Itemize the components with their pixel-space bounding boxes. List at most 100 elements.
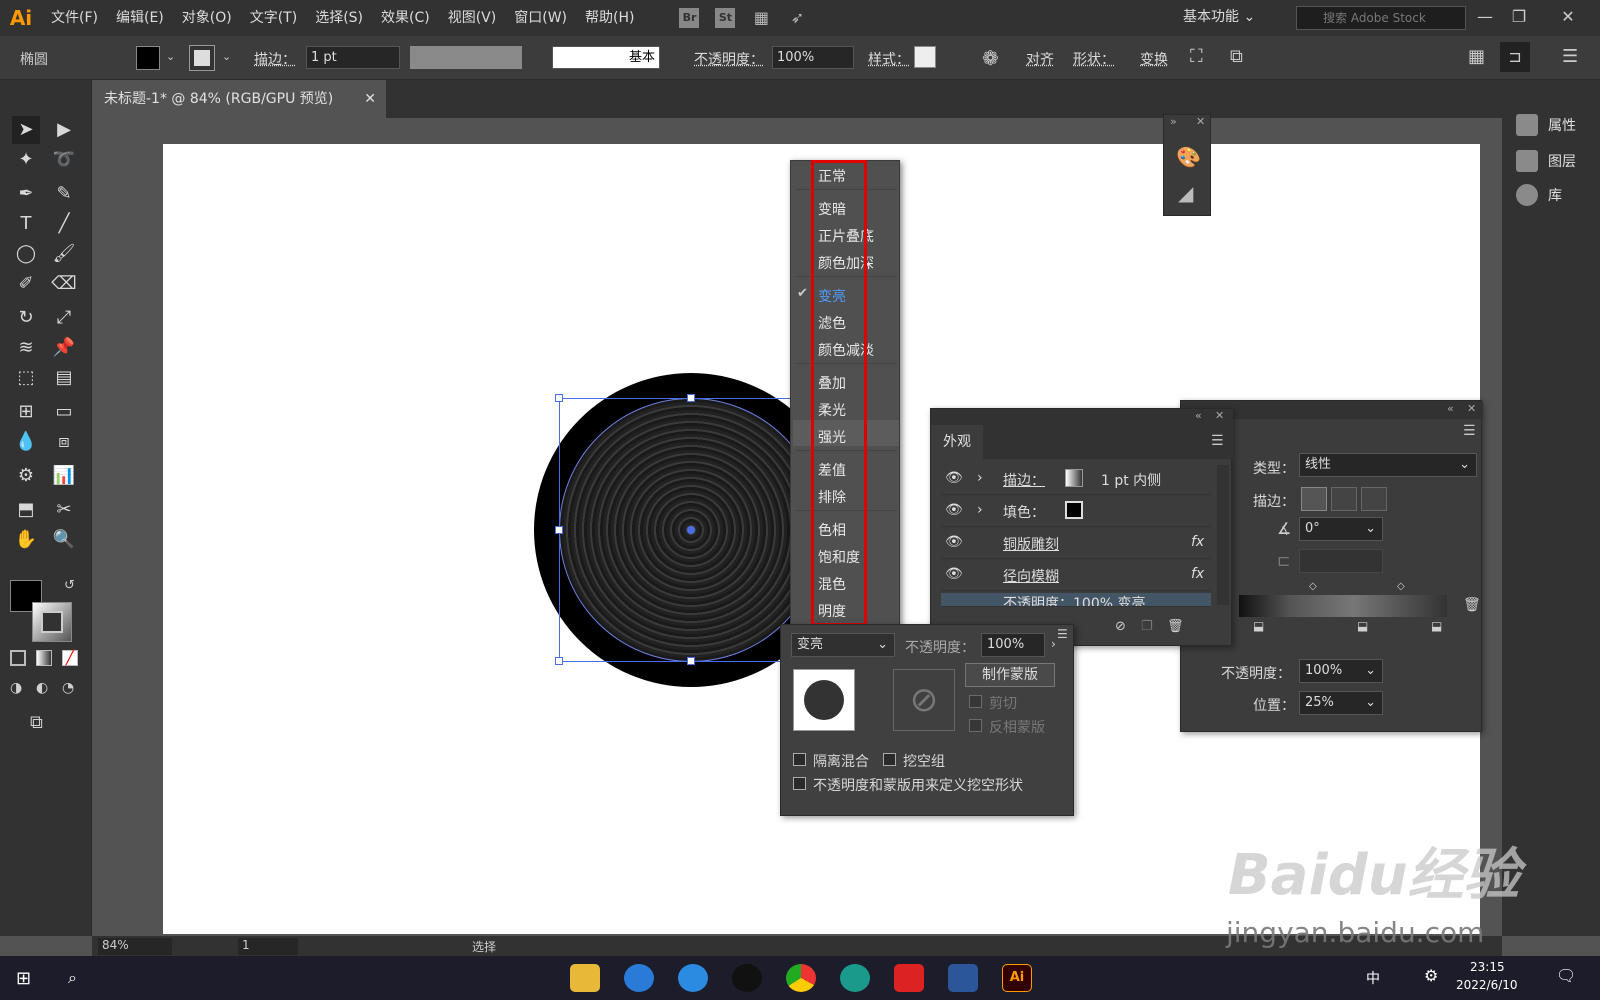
restore-button[interactable]: ❐	[1505, 4, 1533, 30]
stop-opacity-field[interactable]: 100% ⌄	[1299, 659, 1383, 683]
menu-help[interactable]: 帮助(H)	[576, 0, 643, 36]
stroke-label[interactable]: 描边：	[254, 49, 296, 69]
document-tab[interactable]: 未标题-1* @ 84% (RGB/GPU 预览) ✕	[92, 80, 386, 118]
appearance-tab[interactable]: 外观	[931, 425, 983, 459]
delete-stop-icon[interactable]: 🗑	[1463, 597, 1481, 613]
selection-tool-icon[interactable]: ➤	[12, 116, 40, 144]
menu-effect[interactable]: 效果(C)	[372, 0, 439, 36]
line-tool-icon[interactable]: ╱	[50, 210, 78, 238]
fx-icon[interactable]: fx	[1191, 566, 1204, 582]
fill-swatch[interactable]	[1065, 501, 1083, 519]
chrome-icon[interactable]	[786, 964, 816, 992]
gradient-tool-icon[interactable]: ▭	[50, 398, 78, 426]
graphic-style-swatch[interactable]	[914, 46, 936, 68]
define-knockout-checkbox[interactable]	[793, 777, 806, 790]
eraser-tool-icon[interactable]: ⌫	[50, 270, 78, 298]
edge-icon[interactable]	[840, 964, 870, 992]
expand-icon[interactable]: »	[1170, 115, 1177, 128]
panel-menu-icon[interactable]: ☰	[1057, 627, 1068, 641]
brush-definition-field[interactable]: 基本	[552, 46, 660, 69]
transform-link[interactable]: 变换	[1140, 49, 1168, 69]
bridge-icon[interactable]: Br	[679, 8, 700, 28]
midpoint-icon[interactable]: ◇	[1397, 581, 1405, 592]
magic-wand-tool-icon[interactable]: ✦	[12, 146, 40, 174]
collapse-icon[interactable]: «	[1195, 409, 1202, 422]
free-transform-tool-icon[interactable]: ⬚	[12, 364, 40, 392]
word-icon[interactable]	[948, 964, 978, 992]
pen-tool-icon[interactable]: ✒	[12, 180, 40, 208]
menu-type[interactable]: 文字(T)	[241, 0, 306, 36]
slice-tool-icon[interactable]: ✂	[50, 496, 78, 524]
fill-swatch[interactable]	[136, 46, 160, 70]
object-thumbnail[interactable]	[793, 669, 855, 731]
midpoint-icon[interactable]: ◇	[1309, 581, 1317, 592]
menu-edit[interactable]: 编辑(E)	[107, 0, 173, 36]
blend-tool-icon[interactable]: ⧈	[50, 428, 78, 456]
gradient-stop-icon[interactable]: ⬓	[1253, 619, 1264, 633]
menu-select[interactable]: 选择(S)	[306, 0, 372, 36]
zoom-field[interactable]: 84%	[98, 938, 172, 955]
chevron-right-icon[interactable]: ›	[977, 502, 983, 518]
stock-icon[interactable]: St	[715, 8, 736, 28]
illustrator-icon[interactable]: Ai	[1002, 964, 1032, 992]
opacity-summary[interactable]: 不透明度：100% 变亮	[1003, 593, 1145, 606]
puppet-warp-tool-icon[interactable]: 📌	[50, 334, 78, 362]
scrollbar[interactable]	[1217, 465, 1229, 605]
close-icon[interactable]: ✕	[1467, 402, 1476, 415]
opacity-label[interactable]: 不透明度：	[694, 49, 764, 69]
layers-panel-tab[interactable]: 图层	[1516, 146, 1576, 176]
zoom-tool-icon[interactable]: 🔍	[50, 526, 78, 554]
gradient-panel-icon[interactable]: ◢	[1178, 181, 1193, 205]
stroke-link[interactable]: 描边：	[1003, 470, 1045, 490]
chevron-right-icon[interactable]: ›	[1051, 637, 1056, 651]
rotate-tool-icon[interactable]: ↻	[12, 304, 40, 332]
color-guide-icon[interactable]: 🎨	[1176, 145, 1201, 169]
eye-icon[interactable]: 👁	[945, 502, 963, 518]
menu-object[interactable]: 对象(O)	[173, 0, 241, 36]
screen-mode-icon[interactable]: ⧉	[30, 712, 43, 733]
collapse-icon[interactable]: «	[1447, 402, 1454, 415]
chevron-right-icon[interactable]: ›	[977, 470, 983, 486]
stroke-swatch[interactable]	[189, 45, 215, 71]
panel-menu-icon[interactable]: ☰	[1463, 423, 1476, 439]
artboard-number-field[interactable]: 1	[238, 938, 298, 955]
shape-link[interactable]: 形状：	[1073, 49, 1115, 69]
search-icon[interactable]: ⌕	[68, 968, 77, 988]
notification-icon[interactable]: 🗨	[1556, 966, 1576, 985]
menu-file[interactable]: 文件(F)	[42, 0, 107, 36]
fx-icon[interactable]: fx	[1191, 534, 1204, 550]
stroke-swatch[interactable]	[1065, 469, 1083, 487]
stop-position-field[interactable]: 25% ⌄	[1299, 691, 1383, 715]
ie-browser-icon[interactable]	[624, 964, 654, 992]
chevron-down-icon[interactable]: ⌄	[222, 50, 231, 63]
isolate-blending-checkbox[interactable]	[793, 753, 806, 766]
resize-handle[interactable]	[555, 394, 563, 402]
menu-window[interactable]: 窗口(W)	[505, 0, 576, 36]
stock-search-input[interactable]: 搜索 Adobe Stock	[1296, 6, 1466, 30]
libraries-panel-tab[interactable]: 库	[1516, 180, 1562, 210]
close-button[interactable]: ✕	[1554, 4, 1582, 30]
curvature-tool-icon[interactable]: ✎	[50, 180, 78, 208]
resize-handle[interactable]	[687, 657, 695, 665]
workspace-switcher[interactable]: 基本功能 ⌄	[1183, 6, 1255, 26]
gradient-mode-icon[interactable]	[36, 650, 52, 666]
draw-behind-icon[interactable]: ◐	[36, 680, 48, 696]
stroke-weight-field[interactable]: 1 pt	[306, 46, 400, 69]
menu-view[interactable]: 视图(V)	[439, 0, 506, 36]
clip-checkbox[interactable]	[969, 695, 982, 708]
close-icon[interactable]: ✕	[1215, 409, 1224, 422]
knockout-group-checkbox[interactable]	[883, 753, 896, 766]
eye-icon[interactable]: 👁	[945, 566, 963, 582]
perspective-grid-tool-icon[interactable]: ▤	[50, 364, 78, 392]
blend-mode-select[interactable]: 变亮 ⌄	[791, 633, 895, 657]
radial-blur-effect-link[interactable]: 径向模糊	[1003, 566, 1059, 586]
chevron-down-icon[interactable]: ⌄	[166, 50, 175, 63]
resize-handle[interactable]	[555, 657, 563, 665]
appearance-effect-row[interactable]: 👁 铜版雕刻 fx	[941, 529, 1211, 559]
close-icon[interactable]: ✕	[1196, 115, 1205, 128]
variable-width-profile[interactable]	[410, 46, 522, 69]
eye-icon[interactable]: 👁	[945, 534, 963, 550]
isolate-object-icon[interactable]: ⛶	[1190, 46, 1203, 67]
minimize-button[interactable]: —	[1471, 4, 1499, 30]
ellipse-tool-icon[interactable]: ◯	[12, 240, 40, 268]
